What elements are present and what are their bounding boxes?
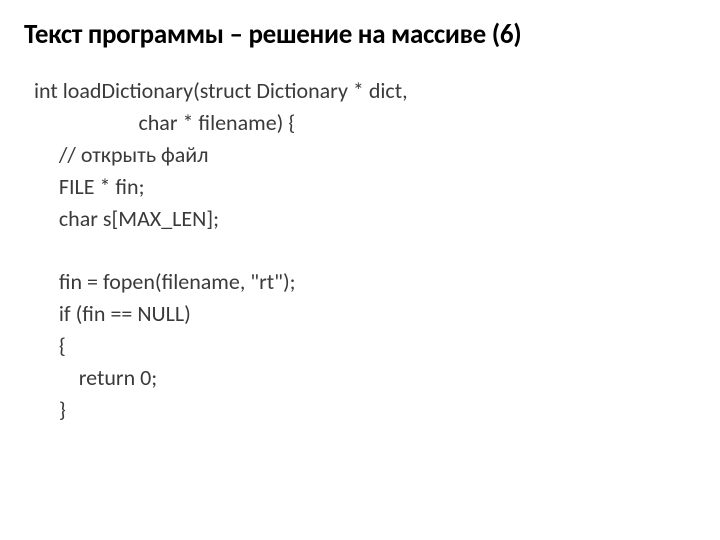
- code-line: return 0;: [34, 362, 696, 394]
- code-line: int loadDictionary(struct Dictionary * d…: [34, 75, 696, 107]
- code-line: FILE * fin;: [34, 171, 696, 203]
- slide-content: Текст программы – решение на массиве (6)…: [0, 0, 720, 444]
- code-line: char * filename) {: [34, 107, 696, 139]
- code-line: {: [34, 330, 696, 362]
- code-line: // открыть файл: [34, 139, 696, 171]
- code-line: char s[MAX_LEN];: [34, 203, 696, 235]
- code-block: int loadDictionary(struct Dictionary * d…: [24, 75, 696, 426]
- code-line: fin = fopen(filename, "rt");: [34, 266, 696, 298]
- slide-title: Текст программы – решение на массиве (6): [24, 18, 696, 51]
- code-line: }: [34, 394, 696, 426]
- code-line: if (fin == NULL): [34, 298, 696, 330]
- code-line: [34, 234, 696, 266]
